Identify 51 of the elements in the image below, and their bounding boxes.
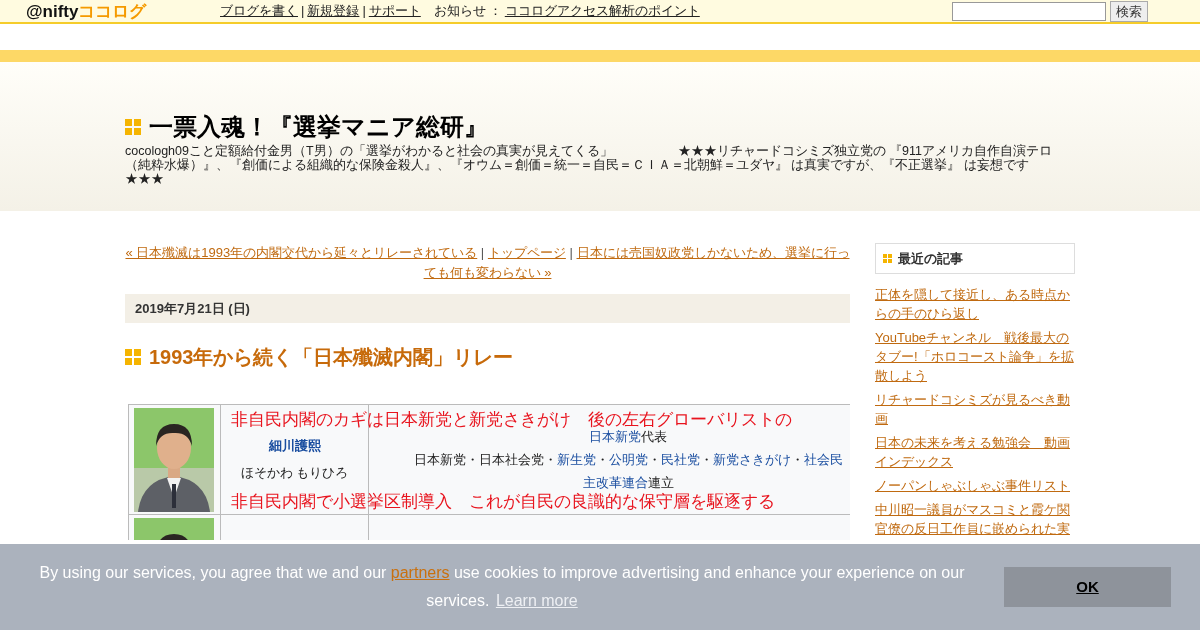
separator: | xyxy=(568,245,574,260)
notice-link[interactable]: ココログアクセス解析のポイント xyxy=(504,1,700,21)
party-link[interactable]: 社会民 xyxy=(803,452,843,467)
squares-icon xyxy=(883,254,892,263)
name-reading: ほそかわ もりひろ xyxy=(239,464,350,482)
separator: | xyxy=(362,2,366,21)
party-link[interactable]: 新党さきがけ xyxy=(712,452,791,467)
next-post-link[interactable]: ても何も変わらない » xyxy=(423,265,552,280)
date-header: 2019年7月21日 (日) xyxy=(125,294,850,323)
party-link[interactable]: 主改革連合 xyxy=(582,475,648,490)
party-text: 代表 xyxy=(641,429,667,444)
post-title[interactable]: 1993年から続く「日本殲滅内閣」リレー xyxy=(149,344,514,370)
blog-description: cocologh09こと定額給付金男（T男）の「選挙がわかると社会の真実が見えてくる」 ★★★リチャードコシミズ独立党の 『911アメリカ自作自演テロ（純粋水爆）』、『創価による組織的な保険金殺人』、『オウム＝創価＝統一＝自民＝ＣＩＡ＝北朝鮮＝ユダヤ』 は真実ですが、『不正選挙』 は妄想です★★★ xyxy=(125,144,1053,186)
separator: | xyxy=(301,2,305,21)
sidebar-title: 最近の記事 xyxy=(898,249,963,268)
recent-post-link[interactable]: 中川昭一議員がマスコミと霞ケ関官僚の反日工作員に嵌められた実 xyxy=(875,500,1075,538)
recent-post-link[interactable]: YouTubeチャンネル 戦後最大のタブー!「ホロコースト論争」を拡散しよう xyxy=(875,328,1075,385)
recent-post-link[interactable]: 正体を隠して接近し、ある時点からの手のひら返し xyxy=(875,285,1075,323)
ok-button[interactable]: OK xyxy=(1004,567,1171,607)
previous-post-link[interactable]: « 日本殲滅は1993年の内閣交代から延々とリレーされている xyxy=(125,245,478,260)
header-link[interactable]: 新規登録 xyxy=(307,1,360,21)
logo[interactable]: @niftyココログ xyxy=(26,2,178,20)
party-text: ・ xyxy=(595,452,609,467)
person-name[interactable]: 細川護熙 xyxy=(221,436,368,456)
party-link[interactable]: 民社党 xyxy=(660,452,700,467)
blog-title[interactable]: 一票入魂！『選挙マニア総研』 xyxy=(149,112,488,142)
separator: | xyxy=(479,245,486,260)
next-post-link[interactable]: 日本には売国奴政党しかないため、選挙に行っ xyxy=(576,245,850,260)
notice-label: お知らせ xyxy=(433,2,486,21)
top-page-link[interactable]: トップページ xyxy=(487,245,566,260)
cookie-message: By using our services, you agree that we and our partners use cookies to improve advertising and enhance your experience on our services. Learn more xyxy=(38,563,966,611)
party-text: ・ xyxy=(699,452,713,467)
caption: 非自民内閣のカギは日本新党と新党さきがけ 後の左右グローバリストの xyxy=(231,409,792,430)
caption: 非自民内閣で小選挙区制導入 これが自民の良識的な保守層を駆逐する xyxy=(231,491,775,513)
search-field[interactable] xyxy=(952,1,1106,21)
squares-icon xyxy=(125,349,141,365)
squares-icon xyxy=(125,119,141,135)
party-link[interactable]: 公明党 xyxy=(608,452,648,467)
party-link[interactable]: 新生党 xyxy=(556,452,596,467)
party-text: ・ xyxy=(647,452,661,467)
search-button[interactable]: 検索 xyxy=(1110,0,1148,22)
party-link[interactable]: 日本新党 xyxy=(589,429,641,444)
party-text: ・ xyxy=(790,452,804,467)
party-text: 連立 xyxy=(647,475,674,490)
recent-post-link[interactable]: 日本の未来を考える勉強会 動画インデックス xyxy=(875,433,1075,471)
separator: ： xyxy=(488,2,502,21)
recent-post-link[interactable]: ノーパンしゃぶしゃぶ事件リスト xyxy=(875,476,1075,495)
recent-post-link[interactable]: リチャードコシミズが見るべき動画 xyxy=(875,390,1075,428)
party-text: 日本新党・日本社会党・ xyxy=(413,452,557,467)
header-link[interactable]: ブログを書く xyxy=(220,1,298,21)
header-link[interactable]: サポート xyxy=(368,1,421,21)
